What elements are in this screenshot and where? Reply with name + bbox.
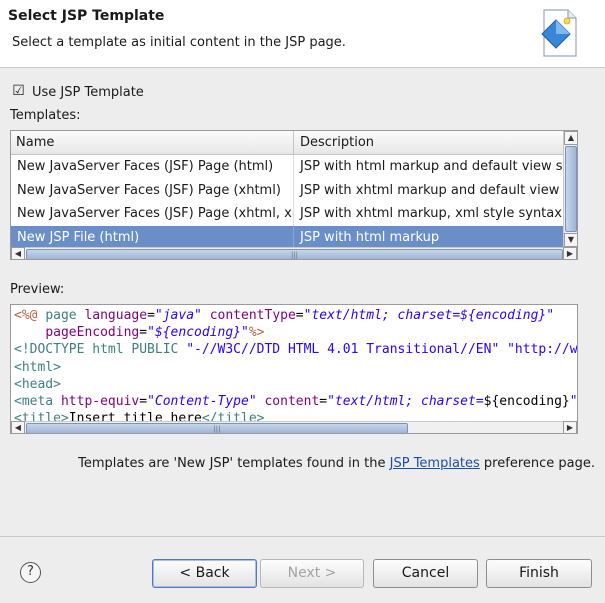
code-token: "text/html; charset= bbox=[327, 393, 484, 409]
preview-code: <%@ page language="java" contentType="te… bbox=[14, 307, 578, 433]
back-button-label: < Back bbox=[179, 565, 230, 581]
cancel-button[interactable]: Cancel bbox=[373, 559, 478, 588]
code-line: <!DOCTYPE html PUBLIC "-//W3C//DTD HTML … bbox=[14, 341, 578, 358]
scroll-thumb[interactable]: ||| bbox=[26, 423, 408, 433]
cell-template-description: JSP with xhtml markup and default view s… bbox=[300, 182, 577, 198]
scroll-right-arrow[interactable]: ▶ bbox=[563, 247, 577, 259]
code-token: content bbox=[264, 393, 320, 409]
page-description: Select a template as initial content in … bbox=[12, 35, 346, 50]
code-token: http-equiv bbox=[60, 393, 140, 409]
code-token: " bbox=[569, 393, 578, 409]
cell-template-name: New JavaServer Faces (JSF) Page (xhtml, … bbox=[11, 202, 294, 226]
templates-info-note: Templates are 'New JSP' templates found … bbox=[0, 456, 595, 471]
preview-label: Preview: bbox=[10, 282, 65, 297]
scroll-left-arrow[interactable]: ◀ bbox=[11, 421, 25, 433]
scroll-left-arrow[interactable]: ◀ bbox=[11, 247, 25, 259]
table-row[interactable]: New JavaServer Faces (JSF) Page (xhtml) J… bbox=[11, 178, 577, 203]
code-token: = bbox=[139, 325, 148, 341]
table-row[interactable]: New JavaServer Faces (JSF) Page (html) JS… bbox=[11, 155, 577, 179]
code-token: <html> bbox=[14, 359, 61, 375]
code-line: <%@ page language="java" contentType="te… bbox=[14, 307, 577, 324]
jsp-template-wizard-icon bbox=[541, 9, 577, 57]
code-token: = bbox=[295, 308, 304, 323]
preview-pane[interactable]: <%@ page language="java" contentType="te… bbox=[10, 304, 578, 434]
finish-button-label: Finish bbox=[519, 565, 559, 581]
jsp-templates-link[interactable]: JSP Templates bbox=[390, 456, 480, 471]
code-token: = bbox=[147, 308, 155, 323]
code-token: %> bbox=[248, 325, 265, 341]
code-token: <!DOCTYPE html bbox=[14, 342, 132, 358]
wizard-header: Select JSP Template Select a template as… bbox=[0, 0, 605, 68]
checkbox-box[interactable]: ☑ bbox=[12, 84, 25, 99]
scroll-down-arrow[interactable]: ▼ bbox=[564, 233, 577, 247]
use-jsp-template-label: Use JSP Template bbox=[32, 84, 144, 100]
table-row[interactable]: New JSP File (html) JSP with html markup bbox=[11, 225, 577, 250]
table-row[interactable]: New JavaServer Faces (JSF) Page (xhtml, … bbox=[11, 202, 577, 226]
cell-template-description: JSP with html markup bbox=[300, 229, 440, 245]
note-text-after: preference page. bbox=[479, 456, 595, 471]
code-token: "java" bbox=[154, 308, 202, 323]
use-jsp-template-checkbox[interactable]: ☑ Use JSP Template bbox=[12, 83, 144, 101]
templates-table[interactable]: Name Description New JavaServer Faces (J… bbox=[10, 130, 578, 260]
code-token: "text/html; charset=${encoding}" bbox=[303, 308, 555, 323]
code-token: "${encoding}" bbox=[147, 325, 249, 341]
column-header-name[interactable]: Name bbox=[11, 131, 294, 155]
back-button[interactable]: < Back bbox=[152, 559, 257, 588]
table-horizontal-scrollbar[interactable]: ◀ ||| ▶ bbox=[11, 247, 577, 259]
next-button[interactable]: Next > bbox=[260, 559, 364, 588]
cancel-button-label: Cancel bbox=[401, 565, 450, 581]
code-line: <meta http-equiv="Content-Type" content=… bbox=[14, 393, 578, 410]
column-header-description[interactable]: Description bbox=[295, 131, 577, 155]
note-text-before: Templates are 'New JSP' templates found … bbox=[78, 456, 390, 471]
scroll-right-arrow[interactable]: ▶ bbox=[563, 421, 577, 433]
code-line: <head> bbox=[14, 376, 577, 393]
code-token: <%@ bbox=[14, 308, 46, 323]
code-token: contentType bbox=[209, 308, 296, 323]
preview-horizontal-scrollbar[interactable]: ◀ ||| ▶ bbox=[11, 421, 577, 433]
cell-template-name: New JavaServer Faces (JSF) Page (html) bbox=[11, 155, 294, 179]
button-bar-separator bbox=[0, 536, 605, 537]
code-token: ${encoding} bbox=[483, 393, 570, 409]
finish-button[interactable]: Finish bbox=[486, 559, 592, 588]
cell-template-description: JSP with html markup and default view se… bbox=[300, 159, 577, 174]
code-line: <html> bbox=[14, 359, 577, 376]
code-token: PUBLIC bbox=[131, 342, 187, 358]
code-token: page bbox=[45, 308, 85, 323]
cell-template-description: JSP with xhtml markup, xml style syntax … bbox=[300, 206, 577, 221]
help-icon[interactable]: ? bbox=[20, 562, 41, 583]
code-token: <head> bbox=[14, 376, 61, 392]
code-line: pageEncoding="${encoding}"%> bbox=[14, 324, 577, 341]
code-token: = bbox=[319, 393, 328, 409]
templates-label: Templates: bbox=[10, 108, 81, 123]
scroll-up-arrow[interactable]: ▲ bbox=[564, 131, 577, 145]
code-token: "-//W3C//DTD HTML 4.01 Transitional//EN"… bbox=[186, 342, 578, 358]
cell-template-name: New JSP File (html) bbox=[11, 225, 294, 250]
scroll-thumb[interactable] bbox=[565, 146, 577, 232]
scroll-thumb[interactable]: ||| bbox=[26, 249, 563, 259]
code-token: "Content-Type" bbox=[147, 393, 257, 409]
code-token: language bbox=[84, 308, 148, 323]
code-token: <meta bbox=[14, 393, 61, 409]
code-token: = bbox=[139, 393, 148, 409]
table-header: Name Description bbox=[11, 131, 577, 155]
code-token: pageEncoding bbox=[45, 325, 140, 341]
page-title: Select JSP Template bbox=[8, 8, 165, 24]
next-button-label: Next > bbox=[287, 565, 337, 581]
table-vertical-scrollbar[interactable]: ▲ ▼ bbox=[563, 131, 577, 247]
cell-template-name: New JavaServer Faces (JSF) Page (xhtml) bbox=[11, 178, 294, 203]
